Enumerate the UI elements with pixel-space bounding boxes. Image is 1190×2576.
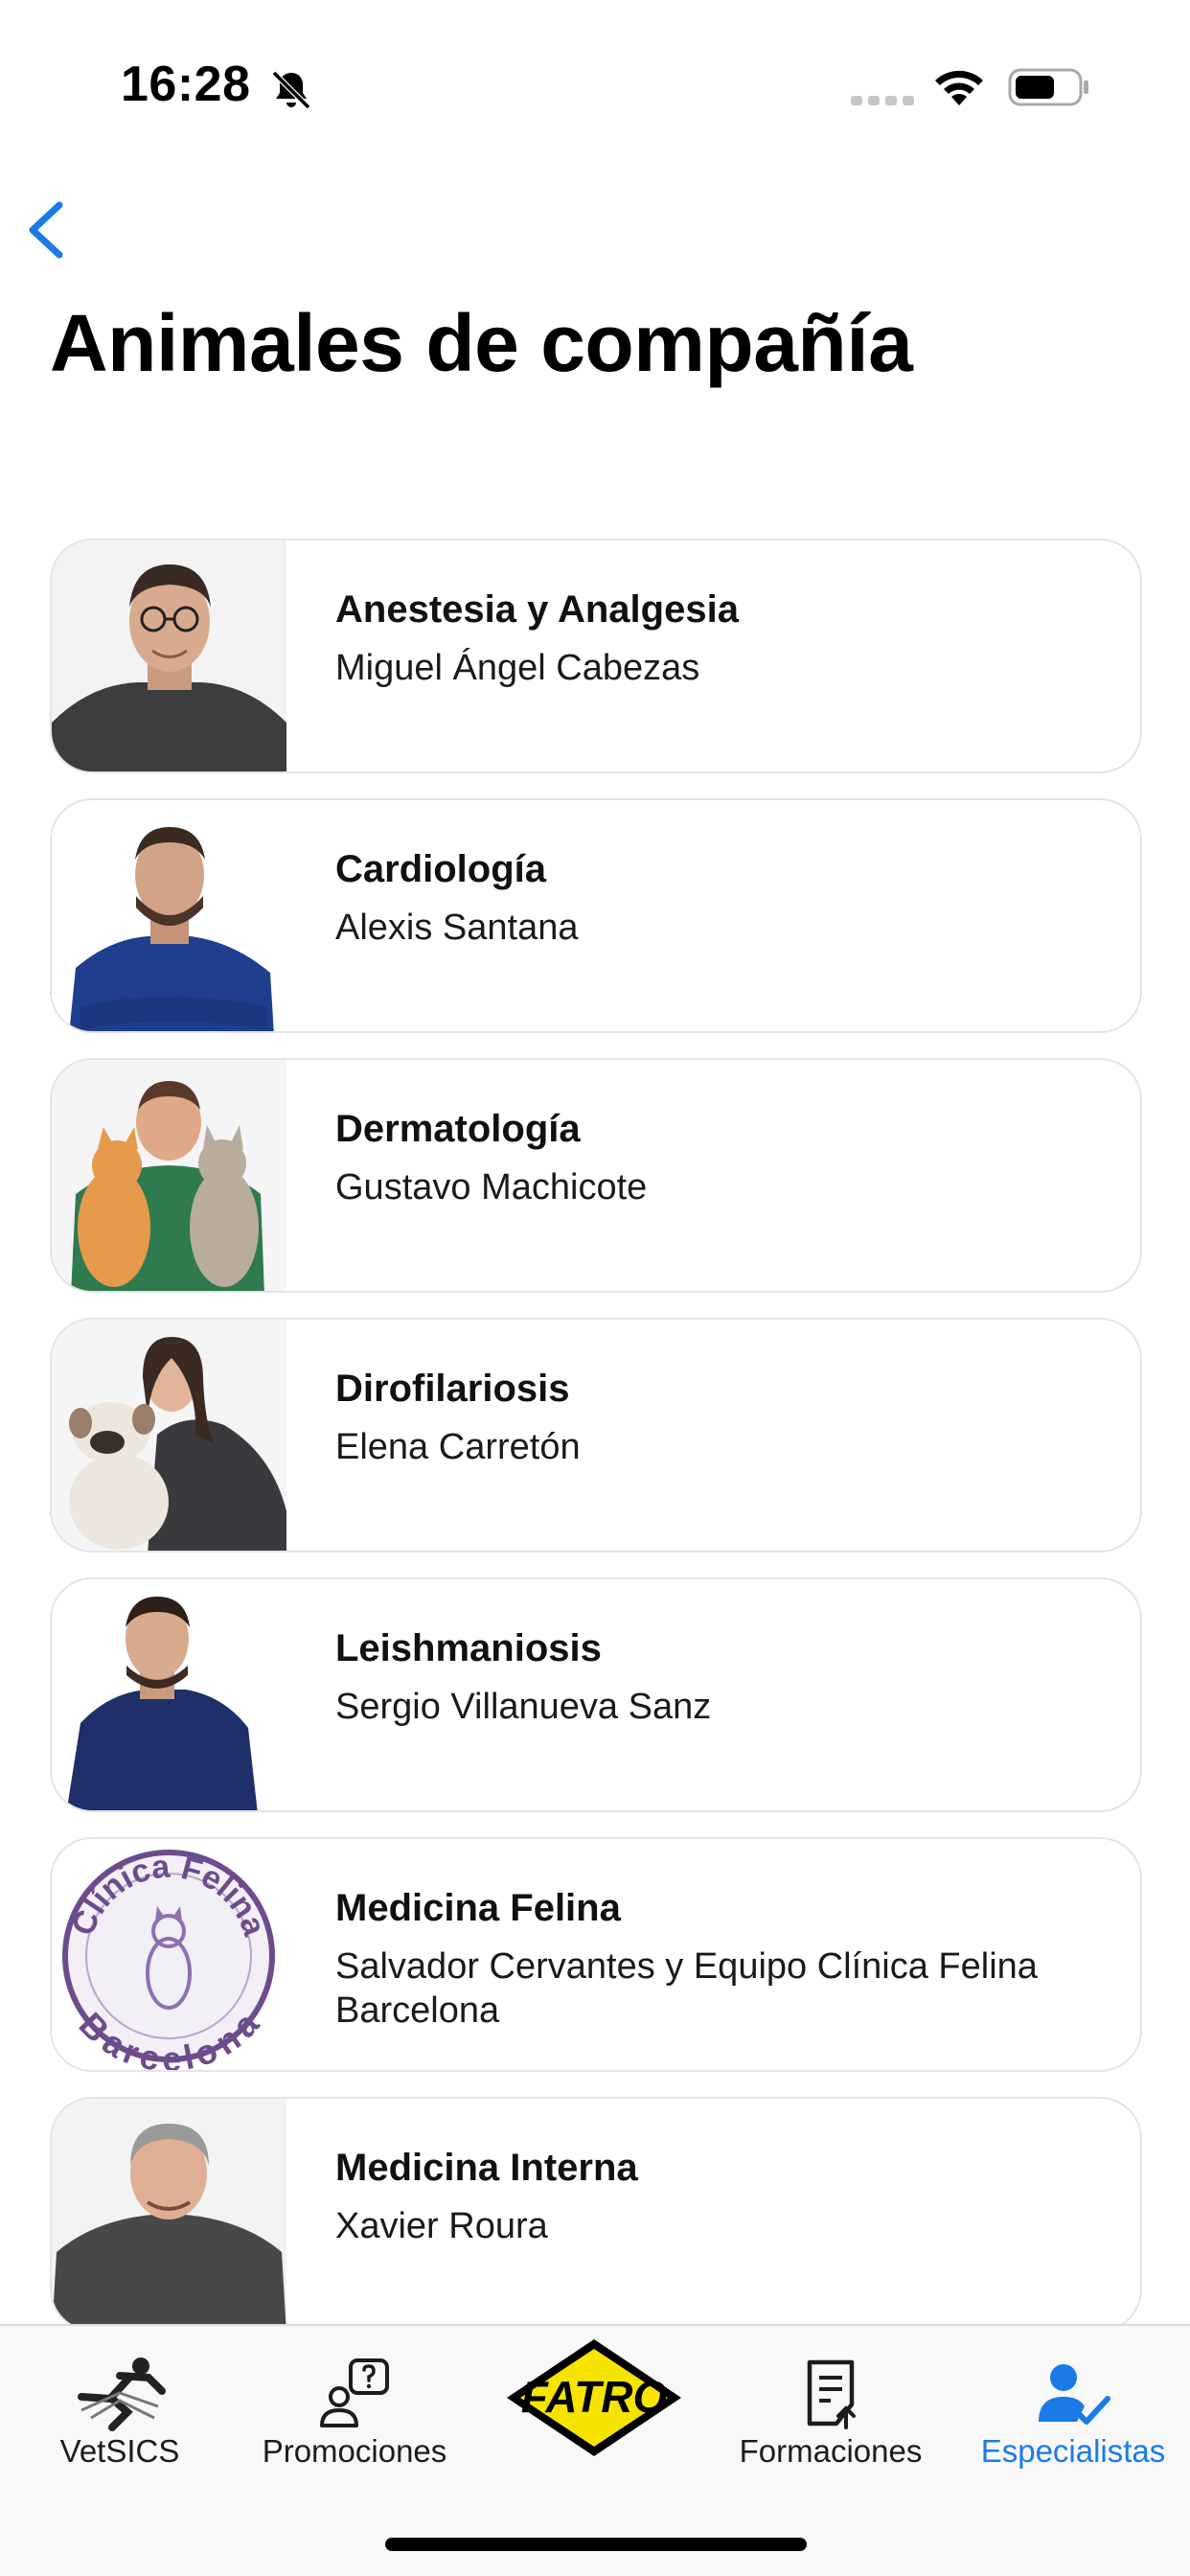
person-question-icon <box>320 2358 389 2427</box>
tab-fatro[interactable]: FATRO <box>498 2326 690 2508</box>
page-title: Animales de compañía <box>50 298 913 388</box>
specialist-name: Miguel Ángel Cabezas <box>335 648 700 688</box>
bell-slash-icon <box>271 70 311 110</box>
specialist-card[interactable]: Cardiología Alexis Santana <box>50 798 1142 1033</box>
specialty-label: Medicina Interna <box>335 2147 638 2189</box>
clinica-felina-logo: Clínica Felina Barcelona <box>52 1839 286 2070</box>
document-upload-icon <box>807 2359 856 2429</box>
specialty-label: Dermatología <box>335 1108 581 1150</box>
screen: 16:28 Animales de compañía Anestesia y A… <box>0 0 1190 2576</box>
specialty-label: Anestesia y Analgesia <box>335 588 739 631</box>
specialist-card[interactable]: Dirofilariosis Elena Carretón <box>50 1318 1142 1552</box>
wifi-icon <box>935 70 983 105</box>
tab-promociones[interactable]: Promociones <box>240 2326 469 2508</box>
status-bar: 16:28 <box>0 0 1190 144</box>
battery-icon <box>1008 68 1088 106</box>
specialty-label: Dirofilariosis <box>335 1368 570 1410</box>
tab-especialistas[interactable]: Especialistas <box>960 2326 1186 2508</box>
tab-formaciones[interactable]: Formaciones <box>721 2326 941 2508</box>
specialist-card[interactable]: Dermatología Gustavo Machicote <box>50 1058 1142 1293</box>
fatro-logo-text: FATRO <box>521 2372 668 2422</box>
specialty-label: Leishmaniosis <box>335 1627 602 1669</box>
cellular-signal-icon <box>851 96 914 105</box>
back-button[interactable] <box>21 192 79 268</box>
specialist-card[interactable]: Leishmaniosis Sergio Villanueva Sanz <box>50 1577 1142 1812</box>
tab-label: VetSICS <box>59 2433 180 2469</box>
fatro-logo: FATRO <box>507 2339 681 2456</box>
tab-label: Promociones <box>262 2433 447 2469</box>
specialist-photo <box>52 1320 286 1551</box>
tab-label: Formaciones <box>739 2433 923 2469</box>
specialist-card[interactable]: Clínica Felina Barcelona Medicina Felina… <box>50 1837 1142 2072</box>
specialist-photo <box>52 1579 286 1810</box>
specialist-name: Elena Carretón <box>335 1427 581 1467</box>
specialist-photo <box>52 1060 286 1291</box>
specialist-photo <box>52 540 286 771</box>
specialist-card[interactable]: Anestesia y Analgesia Miguel Ángel Cabez… <box>50 539 1142 773</box>
specialist-name: Salvador Cervantes y Equipo Clínica Feli… <box>335 1946 1038 2031</box>
specialty-label: Medicina Felina <box>335 1887 621 1929</box>
specialist-name: Alexis Santana <box>335 908 579 948</box>
specialist-card[interactable]: Medicina Interna Xavier Roura <box>50 2097 1142 2332</box>
tab-vetsics[interactable]: VetSICS <box>19 2326 220 2508</box>
specialist-photo <box>52 2099 286 2330</box>
specialist-name: Xavier Roura <box>335 2206 548 2246</box>
home-indicator[interactable] <box>385 2538 807 2551</box>
status-time: 16:28 <box>121 57 251 112</box>
chevron-left-icon <box>29 201 63 259</box>
specialist-photo <box>52 800 286 1031</box>
tab-label: Especialistas <box>980 2433 1166 2469</box>
specialty-label: Cardiología <box>335 848 547 890</box>
specialist-name: Gustavo Machicote <box>335 1167 648 1208</box>
specialist-name: Sergio Villanueva Sanz <box>335 1687 712 1727</box>
person-check-icon <box>1039 2364 1110 2425</box>
runner-icon <box>78 2358 166 2431</box>
